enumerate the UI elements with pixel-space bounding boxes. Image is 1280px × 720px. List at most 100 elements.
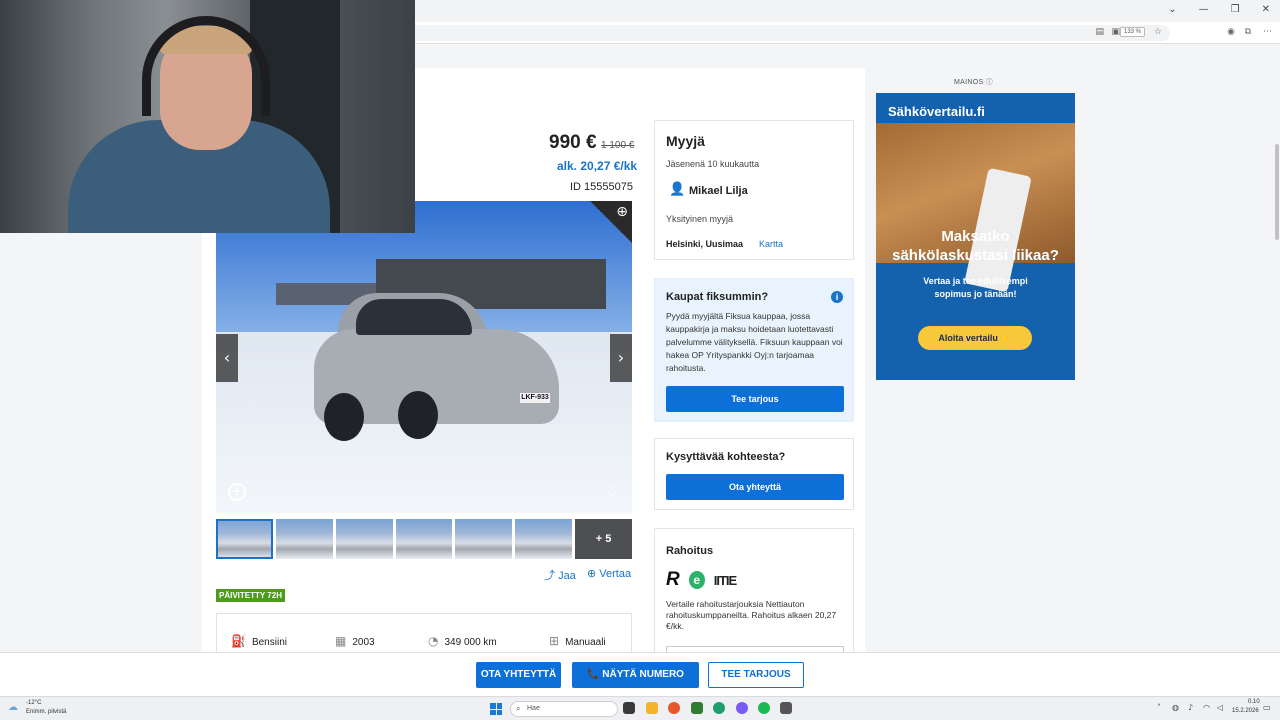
make-offer-button[interactable]: Tee tarjous	[666, 386, 844, 412]
compare-link[interactable]: ⊕ Vertaa	[587, 567, 631, 580]
clock-time[interactable]: 0.10	[1248, 699, 1260, 705]
spec-value: 2003	[352, 637, 375, 648]
photo-thumbnail[interactable]	[275, 519, 333, 559]
sticky-offer-button[interactable]: TEE TARJOUS	[708, 662, 804, 688]
spec-value: Bensiini	[251, 637, 287, 648]
contact-title: Kysyttävää kohteesta?	[666, 451, 786, 463]
ad-label: MAINOS ⓘ	[954, 79, 993, 86]
photo-thumbnail[interactable]	[395, 519, 453, 559]
scrollbar-thumb[interactable]	[1275, 144, 1279, 240]
weather-description[interactable]: Enimm. pilvistä	[26, 709, 66, 715]
photo-thumbnail[interactable]	[515, 519, 573, 559]
compare-label: Vertaa	[599, 568, 632, 580]
share-link[interactable]: ⤴ Jaa	[544, 567, 576, 583]
network-icon[interactable]: ◍	[1172, 703, 1179, 712]
ad-subtext-line: sopimus jo tänään!	[934, 289, 1017, 299]
financing-panel: Rahoitus R e IITIE Vertaile rahoitustarj…	[654, 528, 854, 666]
spec-mileage: ◔ 349 000 km	[428, 634, 497, 648]
app-icon[interactable]	[691, 702, 703, 714]
info-icon[interactable]: i	[831, 291, 843, 303]
zoom-indicator[interactable]: 133 %	[1119, 27, 1145, 37]
profile-icon[interactable]: ◉	[1227, 27, 1235, 37]
show-number-button[interactable]: 📞 NÄYTÄ NUMERO	[572, 662, 699, 688]
zoom-in-icon: ⊕	[616, 204, 628, 220]
previous-photo-button[interactable]: ‹	[216, 334, 238, 382]
partner-logo[interactable]: IITIE	[714, 573, 737, 588]
spotify-icon[interactable]	[758, 702, 770, 714]
seller-name: Mikael Lilja	[689, 185, 748, 197]
contact-panel: Kysyttävää kohteesta? Ota yhteyttä	[654, 438, 854, 510]
wifi-icon[interactable]: ◠	[1203, 703, 1210, 712]
contact-button[interactable]: Ota yhteyttä	[666, 474, 844, 500]
sticky-contact-button[interactable]: OTA YHTEYTTÄ	[476, 662, 561, 688]
favorite-heart-icon[interactable]: ♡	[604, 481, 620, 502]
main-car-photo[interactable]: LKF-933 ⊕ ‹ › + ♡	[216, 201, 632, 513]
gearbox-icon: ⊞	[549, 634, 560, 648]
url-field[interactable]	[300, 25, 1170, 41]
photo-thumbnail[interactable]	[455, 519, 513, 559]
listing-price: 990 €	[549, 132, 597, 153]
seller-panel: Myyjä Jäsenenä 10 kuukautta 👤 Mikael Lil…	[654, 120, 854, 260]
add-photo-icon[interactable]: +	[228, 483, 246, 501]
map-link[interactable]: Kartta	[759, 239, 783, 249]
file-explorer-icon[interactable]	[646, 702, 658, 714]
financing-text: Vertaile rahoitustarjouksia Nettiauton r…	[666, 599, 837, 631]
ad-subtext-line: Vertaa ja tee edullisempi	[923, 276, 1028, 286]
photo-zoom-button[interactable]: ⊕	[590, 201, 632, 243]
immersive-reader-icon[interactable]: ▣	[1111, 27, 1120, 37]
reader-icon[interactable]: ▤	[1095, 27, 1104, 37]
car-windshield	[356, 299, 472, 335]
weather-temperature[interactable]: -12°C	[26, 700, 41, 706]
weather-icon[interactable]: ☁	[8, 702, 18, 713]
start-button[interactable]	[490, 703, 502, 715]
seller-location: Helsinki, Uusimaa	[666, 239, 744, 249]
search-icon: ⌕	[516, 704, 521, 713]
spec-gearbox: ⊞ Manuaali	[549, 634, 606, 648]
financing-title: Rahoitus	[666, 545, 714, 557]
ad-brand: Sähkövertailu.fi	[888, 104, 985, 119]
tab-list-icon[interactable]: ⌄	[1168, 4, 1176, 15]
app-icon[interactable]	[780, 702, 792, 714]
app-icon[interactable]	[713, 702, 725, 714]
ad-cta-button[interactable]: Aloita vertailu ⚡	[918, 326, 1032, 350]
microphone-icon[interactable]: ♪	[1188, 703, 1193, 712]
firefox-icon[interactable]	[668, 702, 680, 714]
license-plate: LKF-933	[520, 393, 550, 403]
listing-old-price: 1 100 €	[601, 140, 635, 151]
extensions-icon[interactable]: ⧉	[1245, 27, 1251, 37]
partner-logo[interactable]: e	[688, 571, 705, 589]
sticky-action-bar: OTA YHTEYTTÄ 📞 NÄYTÄ NUMERO TEE TARJOUS	[0, 652, 1280, 696]
tray-chevron-icon[interactable]: ˄	[1157, 703, 1161, 712]
photo-thumbnails: + 5	[216, 519, 633, 559]
next-photo-button[interactable]: ›	[610, 334, 632, 382]
discord-icon[interactable]	[736, 702, 748, 714]
monthly-payment-link[interactable]: alk. 20,27 €/kk	[557, 159, 637, 173]
spec-value: Manuaali	[565, 637, 606, 648]
share-label: Jaa	[558, 570, 576, 582]
menu-icon[interactable]: ⋯	[1263, 27, 1272, 37]
ad-headline-line: Maksatko	[941, 228, 1010, 245]
compare-icon: ⊕	[587, 568, 600, 580]
clock-date[interactable]: 15.2.2026	[1232, 708, 1259, 714]
advertisement-banner[interactable]: Sähkövertailu.fi Maksatko sähkölaskustasi…	[876, 93, 1075, 380]
listing-id: ID 15555075	[570, 181, 633, 193]
minimize-icon[interactable]: —	[1199, 4, 1209, 15]
partner-logo[interactable]: R	[666, 569, 680, 591]
calendar-icon: ▦	[335, 634, 347, 648]
smart-deal-panel: Kaupat fiksummin? i Pyydä myyjältä Fiksu…	[654, 278, 854, 422]
webcam-overlay	[0, 0, 415, 233]
restore-icon[interactable]: ❐	[1231, 4, 1240, 15]
financing-partner-logos: R e IITIE	[666, 569, 737, 591]
task-view-icon[interactable]	[623, 702, 635, 714]
volume-icon[interactable]: ◁	[1217, 703, 1223, 712]
scrollbar[interactable]	[1274, 44, 1280, 652]
share-icon: ⤴	[544, 570, 559, 582]
photo-thumbnail[interactable]	[335, 519, 393, 559]
photo-thumbnail[interactable]	[216, 519, 273, 559]
favorite-star-icon[interactable]: ☆	[1154, 27, 1162, 37]
more-photos-button[interactable]: + 5	[575, 519, 633, 559]
taskbar-search[interactable]: ⌕ Hae	[510, 701, 618, 717]
close-icon[interactable]: ✕	[1262, 4, 1270, 15]
updated-badge: PÄIVITETTY 72H	[216, 589, 285, 602]
notifications-icon[interactable]: ▭	[1263, 703, 1271, 712]
